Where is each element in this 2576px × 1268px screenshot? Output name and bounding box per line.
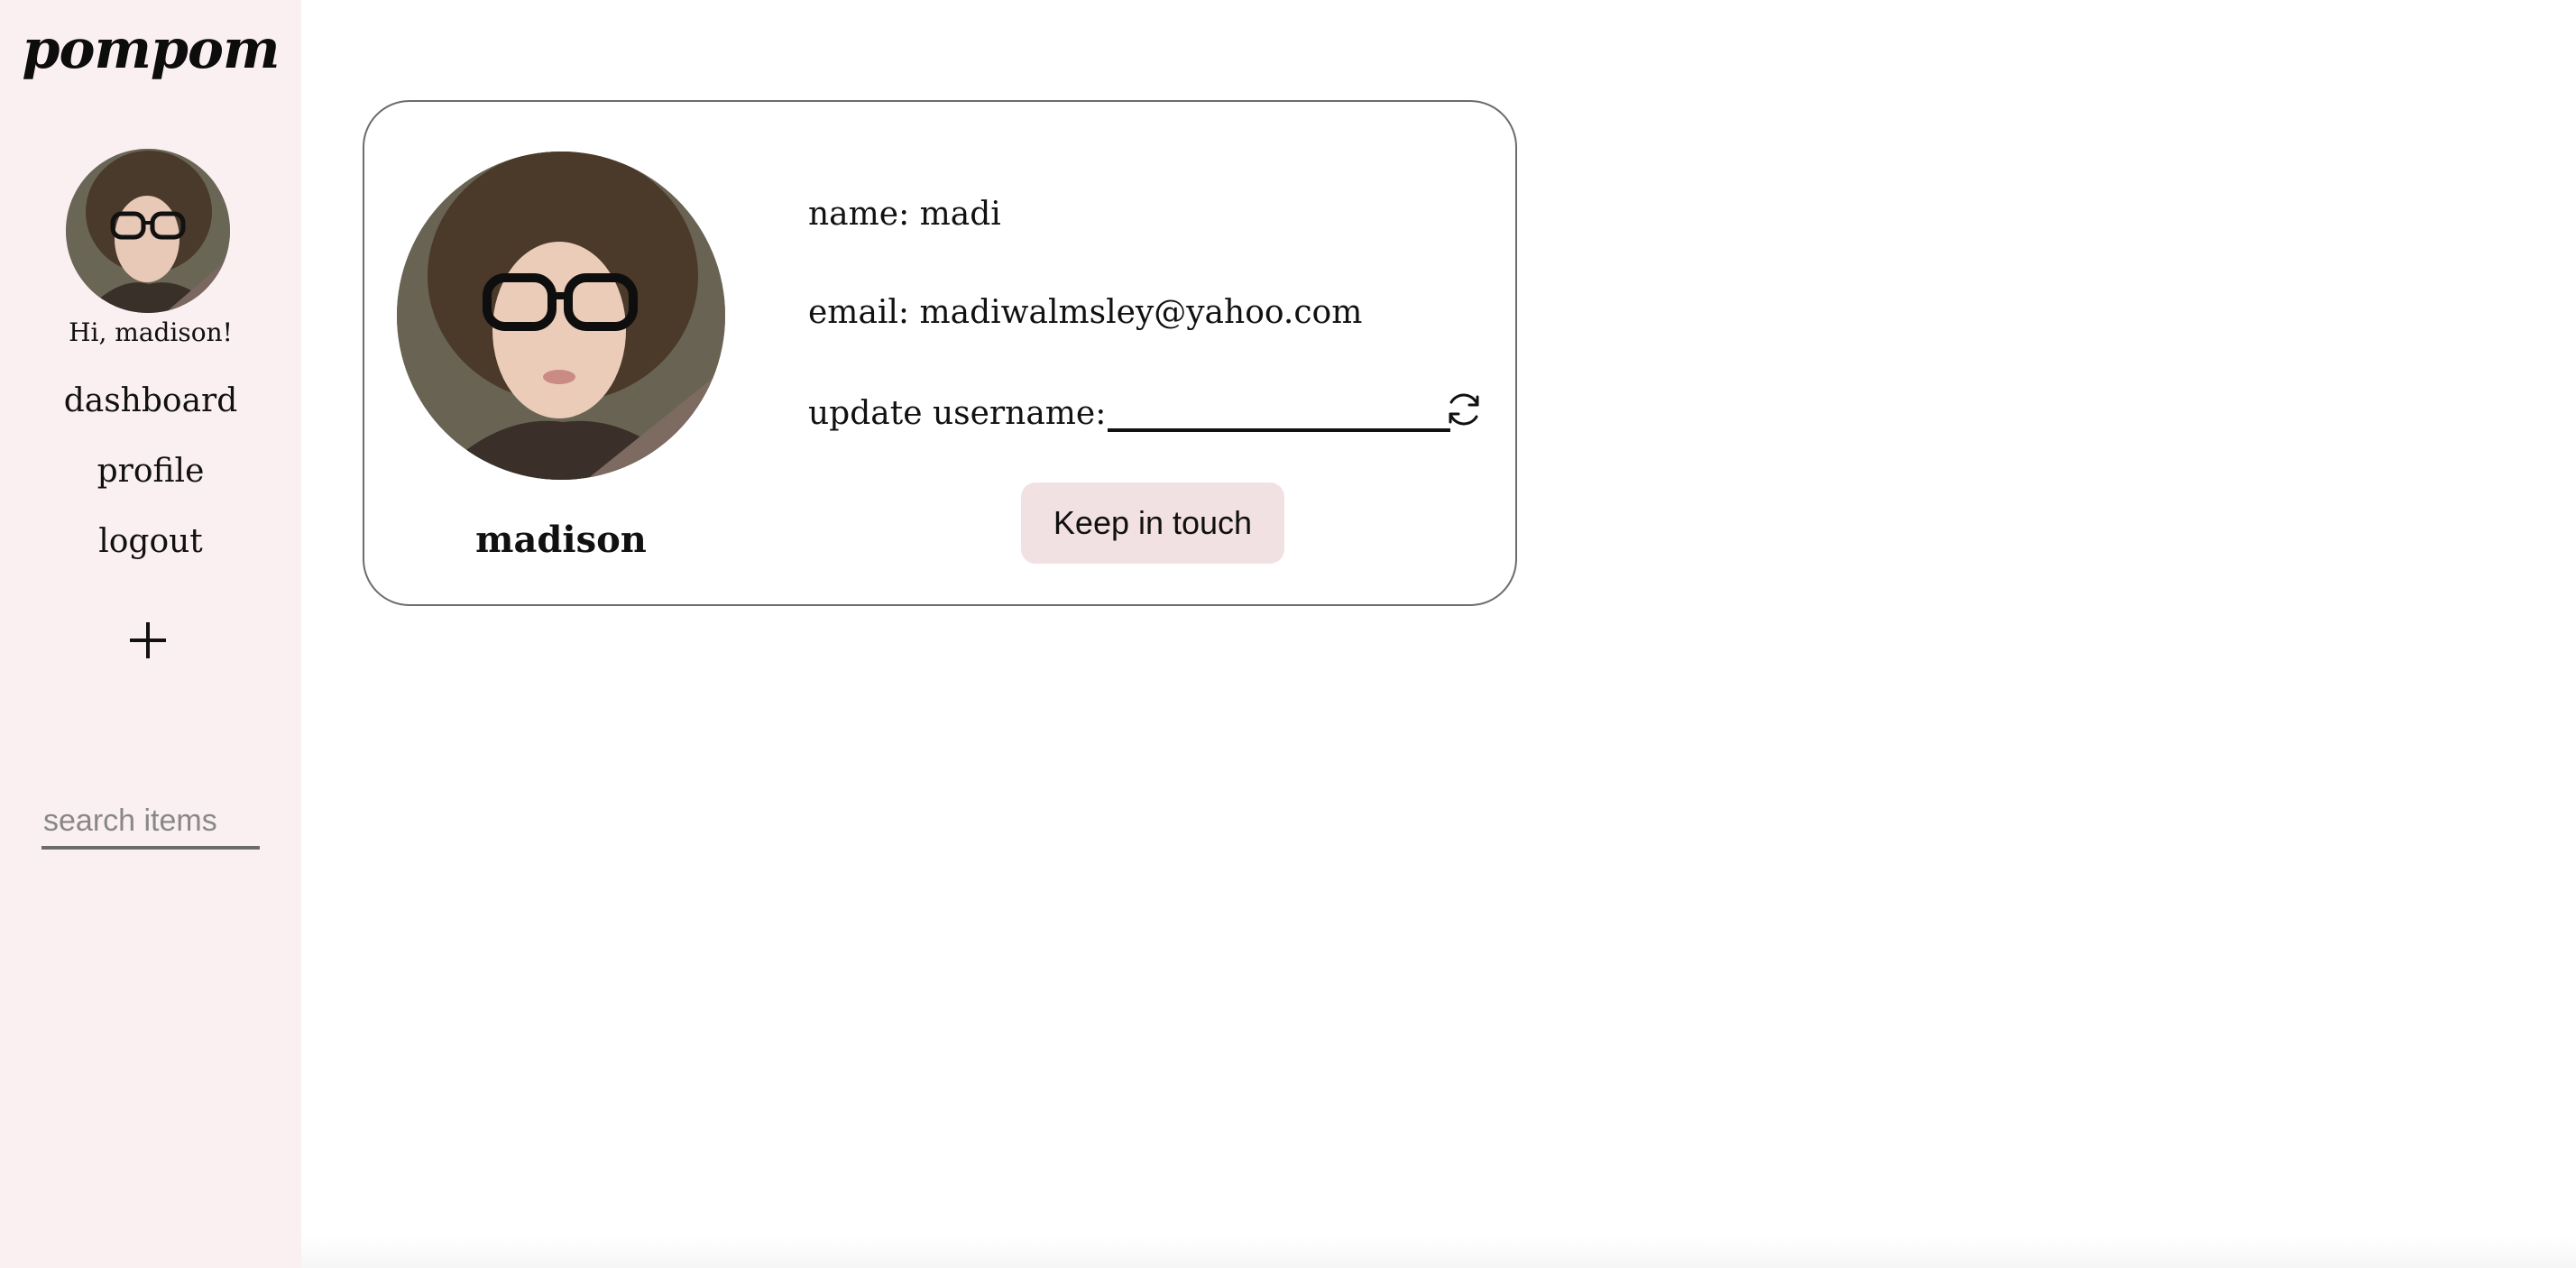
- sidebar: pompom Hi, madison! dashboard profile lo…: [0, 0, 301, 1268]
- update-username-label: update username:: [808, 395, 1107, 432]
- nav-dashboard[interactable]: dashboard: [0, 382, 301, 419]
- profile-card: madison name: madi email: madiwalmsley@y…: [363, 100, 1517, 606]
- app-logo[interactable]: pompom: [0, 18, 301, 81]
- email-field: email: madiwalmsley@yahoo.com: [808, 294, 1363, 331]
- refresh-icon[interactable]: [1443, 389, 1485, 430]
- sidebar-avatar[interactable]: [66, 149, 230, 313]
- search-input[interactable]: [41, 795, 260, 850]
- greeting-text: Hi, madison!: [69, 317, 233, 347]
- update-username-input[interactable]: [1108, 392, 1451, 432]
- nav-logout[interactable]: logout: [0, 523, 301, 560]
- profile-display-name: madison: [475, 519, 647, 561]
- keep-in-touch-button[interactable]: Keep in touch: [1021, 482, 1284, 564]
- profile-avatar: [397, 152, 725, 480]
- nav-profile[interactable]: profile: [0, 453, 301, 490]
- name-field: name: madi: [808, 196, 1001, 233]
- plus-icon[interactable]: [123, 615, 173, 666]
- page-bottom-shade: [301, 1236, 2576, 1268]
- update-username-row: update username:: [808, 392, 1451, 432]
